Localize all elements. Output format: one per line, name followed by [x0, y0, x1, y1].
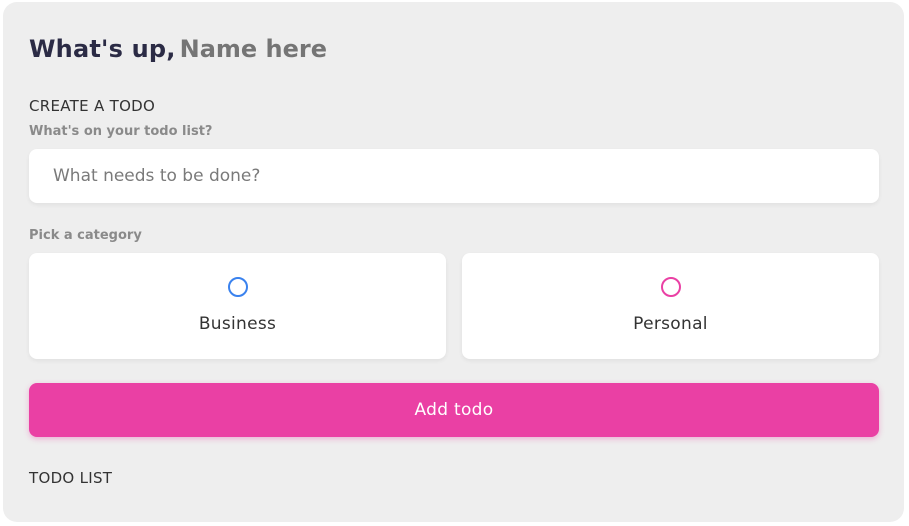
business-label: Business — [198, 314, 277, 334]
category-option-business[interactable]: Business — [29, 253, 446, 359]
name-input[interactable] — [179, 35, 379, 63]
create-todo-heading: CREATE A TODO — [29, 97, 156, 115]
todo-app: What's up, CREATE A TODO What's on your … — [3, 2, 904, 522]
todo-input-label: What's on your todo list? — [29, 124, 213, 139]
category-option-personal[interactable]: Personal — [462, 253, 879, 359]
greeting-prefix: What's up, — [29, 35, 176, 63]
business-radio[interactable] — [227, 277, 248, 297]
todo-input[interactable] — [29, 149, 879, 203]
greeting-title: What's up, — [29, 35, 379, 63]
todo-list-heading: TODO LIST — [29, 469, 113, 487]
add-todo-button[interactable]: Add todo — [29, 383, 879, 437]
category-label: Pick a category — [29, 228, 142, 243]
personal-label: Personal — [633, 314, 708, 334]
personal-radio[interactable] — [660, 277, 681, 297]
